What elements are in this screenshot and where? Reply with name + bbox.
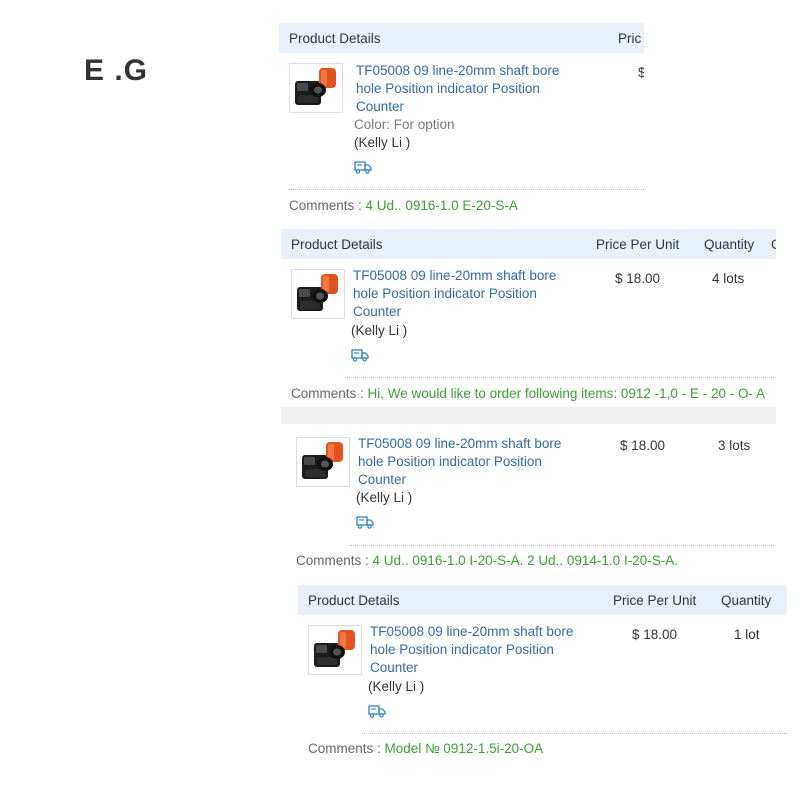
comments-label: Comments : xyxy=(308,741,381,756)
table-header: Product Details Price Per Unit Quantity … xyxy=(281,229,776,259)
shipping-truck-icon[interactable] xyxy=(351,348,369,365)
table-header: Product Details Pric xyxy=(279,23,644,53)
comments-label: Comments : xyxy=(291,386,364,401)
product-title-link[interactable]: TF05008 09 line-20mm shaft bore hole Pos… xyxy=(356,62,571,116)
product-title-line[interactable]: Counter xyxy=(370,659,585,677)
shipping-truck-icon[interactable] xyxy=(354,160,372,177)
seller-name: (Kelly Li ) xyxy=(368,679,425,694)
product-thumbnail-icon[interactable] xyxy=(296,437,350,487)
order-comments: Comments : Model № 0912-1.5i-20-OA xyxy=(308,741,543,756)
shipping-truck-icon[interactable] xyxy=(368,704,386,721)
comments-value: 4 Ud.. 0916-1.0 E-20-S-A xyxy=(365,198,518,213)
unit-price: $ xyxy=(638,65,644,80)
order-panel-1: Product Details Pric TF05008 09 line-20m… xyxy=(279,23,644,220)
header-price-per-unit: Price Per Unit xyxy=(596,237,680,252)
product-thumbnail-icon[interactable] xyxy=(289,63,343,113)
product-title-line[interactable]: Counter xyxy=(356,98,571,116)
comments-label: Comments : xyxy=(296,553,369,568)
header-product-details: Product Details xyxy=(291,237,383,252)
order-comments: Comments : Hi, We would like to order fo… xyxy=(291,386,765,401)
table-header: Product Details Price Per Unit Quantity xyxy=(298,585,787,615)
product-title-line[interactable]: hole Position indicator Position xyxy=(356,80,571,98)
header-extra: C xyxy=(771,237,776,252)
product-thumbnail-icon[interactable] xyxy=(308,625,362,675)
seller-name: (Kelly Li ) xyxy=(351,323,408,338)
quantity-value: 4 lots xyxy=(712,271,745,286)
unit-price: $ 18.00 xyxy=(620,438,666,453)
order-panel-3: TF05008 09 line-20mm shaft bore hole Pos… xyxy=(286,428,774,580)
product-title-line[interactable]: TF05008 09 line-20mm shaft bore xyxy=(370,623,585,641)
seller-name: (Kelly Li ) xyxy=(354,135,411,150)
seller-name: (Kelly Li ) xyxy=(356,490,413,505)
product-title-line[interactable]: Counter xyxy=(353,303,568,321)
product-title-line[interactable]: TF05008 09 line-20mm shaft bore xyxy=(358,435,573,453)
divider xyxy=(350,545,774,546)
quantity-value: 1 lot xyxy=(734,627,760,642)
product-thumbnail-icon[interactable] xyxy=(291,269,345,319)
product-title-link[interactable]: TF05008 09 line-20mm shaft bore hole Pos… xyxy=(358,435,573,489)
product-title-link[interactable]: TF05008 09 line-20mm shaft bore hole Pos… xyxy=(353,267,568,321)
unit-price: $ 18.00 xyxy=(615,271,661,286)
divider xyxy=(345,377,776,378)
comments-label: Comments : xyxy=(289,198,362,213)
product-title-line[interactable]: hole Position indicator Position xyxy=(353,285,568,303)
comments-value: Hi, We would like to order following ite… xyxy=(367,386,765,401)
header-quantity: Quantity xyxy=(704,237,755,252)
header-product-details: Product Details xyxy=(308,593,400,608)
shipping-truck-icon[interactable] xyxy=(356,515,374,532)
product-title-line[interactable]: Counter xyxy=(358,471,573,489)
unit-price: $ 18.00 xyxy=(632,627,678,642)
product-title-line[interactable]: hole Position indicator Position xyxy=(370,641,585,659)
comments-value: 4 Ud.. 0916-1.0 I-20-S-A. 2 Ud.. 0914-1.… xyxy=(372,553,678,568)
divider xyxy=(362,733,787,734)
order-panel-4: Product Details Price Per Unit Quantity … xyxy=(298,585,787,757)
order-comments: Comments : 4 Ud.. 0916-1.0 I-20-S-A. 2 U… xyxy=(296,553,678,568)
product-title-link[interactable]: TF05008 09 line-20mm shaft bore hole Pos… xyxy=(370,623,585,677)
header-quantity: Quantity xyxy=(721,593,772,608)
header-price: Pric xyxy=(618,31,642,46)
product-title-line[interactable]: hole Position indicator Position xyxy=(358,453,573,471)
order-comments: Comments : 4 Ud.. 0916-1.0 E-20-S-A xyxy=(289,198,518,213)
quantity-value: 3 lots xyxy=(718,438,751,453)
header-product-details: Product Details xyxy=(289,31,381,46)
section-separator xyxy=(281,407,776,424)
order-panel-2: Product Details Price Per Unit Quantity … xyxy=(281,229,776,407)
product-title-line[interactable]: TF05008 09 line-20mm shaft bore xyxy=(356,62,571,80)
comments-value: Model № 0912-1.5i-20-OA xyxy=(384,741,544,756)
product-color: Color: For option xyxy=(354,117,455,132)
eg-label: E .G xyxy=(84,54,149,87)
divider xyxy=(288,189,644,190)
product-title-line[interactable]: TF05008 09 line-20mm shaft bore xyxy=(353,267,568,285)
header-price-per-unit: Price Per Unit xyxy=(613,593,697,608)
